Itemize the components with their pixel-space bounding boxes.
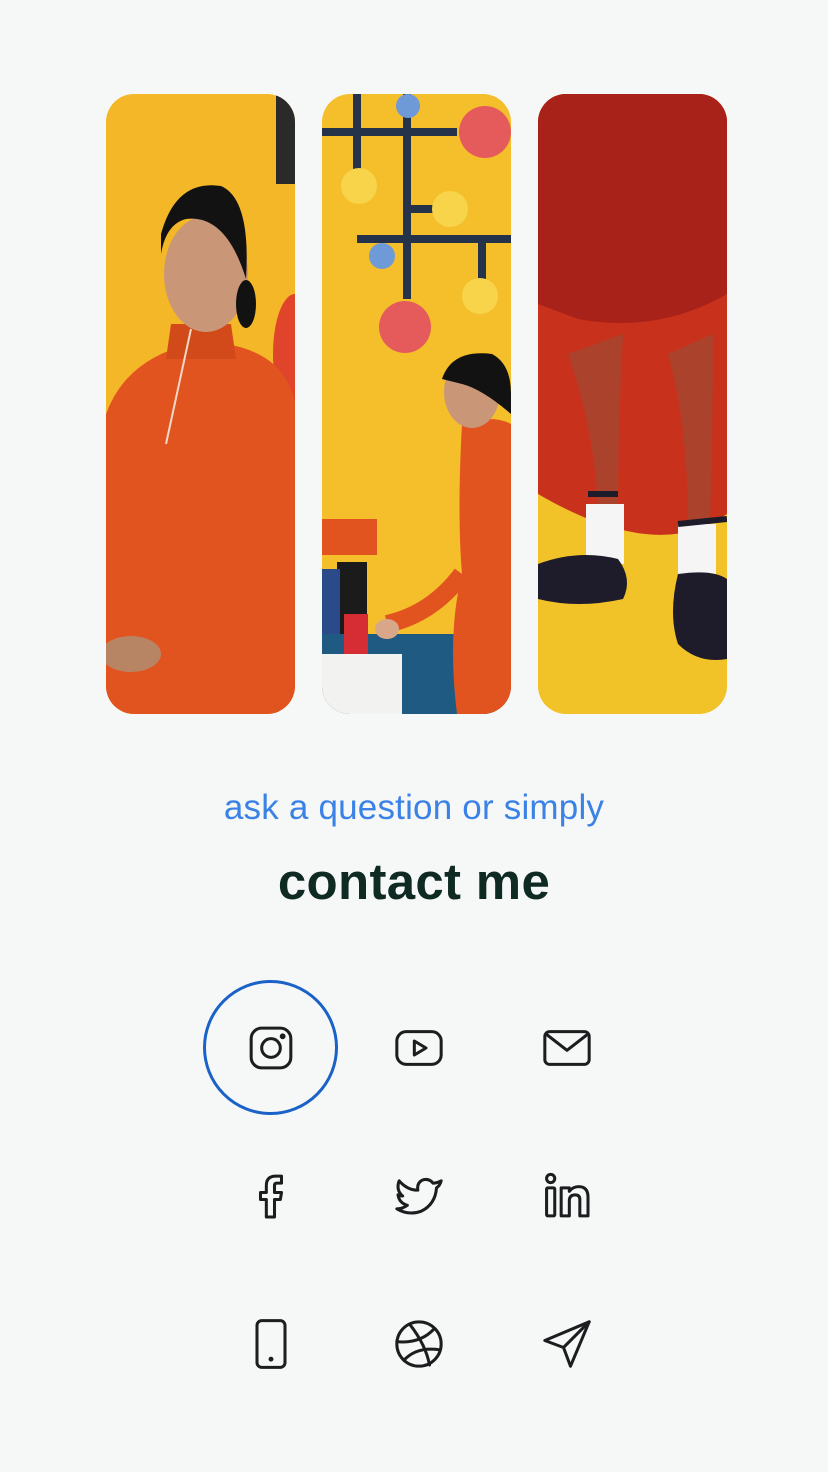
dribbble-button[interactable] bbox=[351, 1276, 486, 1411]
contact-subtitle: ask a question or simply bbox=[223, 788, 605, 827]
facebook-button[interactable] bbox=[203, 1128, 338, 1263]
dribbble-icon bbox=[394, 1319, 443, 1368]
mail-button[interactable] bbox=[499, 980, 634, 1115]
woman-with-mobile-sculpture-photo bbox=[322, 94, 511, 714]
twitter-icon bbox=[394, 1177, 443, 1215]
send-button[interactable] bbox=[499, 1276, 634, 1411]
facebook-icon bbox=[258, 1174, 283, 1219]
instagram-button[interactable] bbox=[203, 980, 338, 1115]
youtube-button[interactable] bbox=[351, 980, 486, 1115]
twitter-button[interactable] bbox=[351, 1128, 486, 1263]
mail-icon bbox=[542, 1029, 591, 1066]
instagram-icon bbox=[249, 1026, 292, 1069]
youtube-icon bbox=[394, 1029, 443, 1066]
phone-button[interactable] bbox=[203, 1276, 338, 1411]
woman-seated-orange-dress-photo bbox=[106, 94, 295, 714]
linkedin-button[interactable] bbox=[499, 1128, 634, 1263]
phone-icon bbox=[254, 1318, 287, 1369]
photo-gallery bbox=[106, 94, 727, 714]
linkedin-icon bbox=[544, 1172, 590, 1217]
legs-with-shoes-photo bbox=[538, 94, 727, 714]
contact-title: contact me bbox=[277, 853, 551, 910]
social-links bbox=[203, 980, 647, 1424]
send-icon bbox=[542, 1319, 591, 1368]
